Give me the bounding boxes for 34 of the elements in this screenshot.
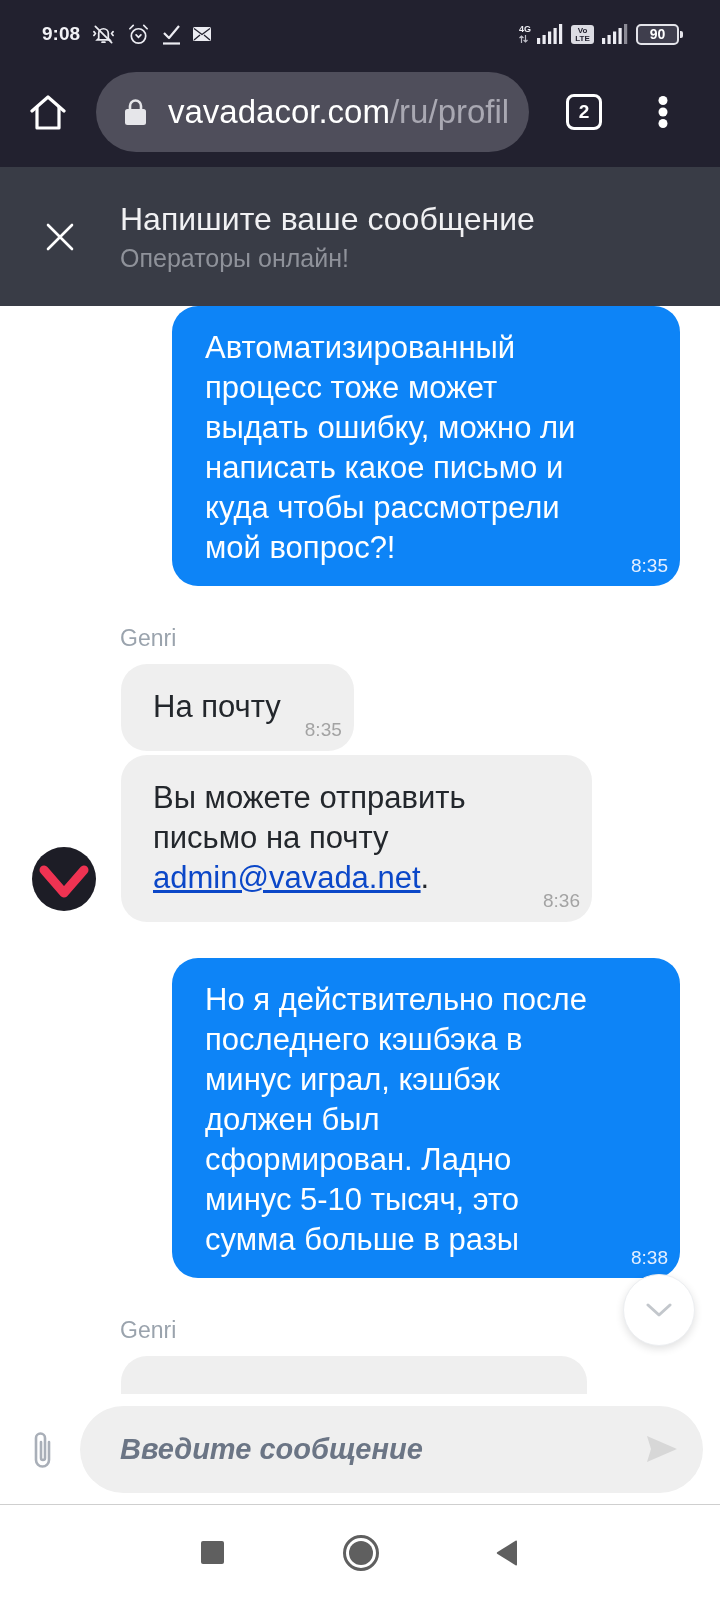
chat-status: Операторы онлайн! bbox=[120, 244, 350, 272]
status-time: 9:08 bbox=[42, 23, 81, 45]
muted-bell-icon bbox=[92, 22, 116, 46]
email-link[interactable]: admin@vavada.net bbox=[153, 860, 421, 895]
chat-title: Напишите ваше сообщение bbox=[120, 201, 535, 237]
signal-icon bbox=[602, 24, 628, 44]
message-input[interactable]: Введите сообщение bbox=[80, 1405, 703, 1493]
signal-icon bbox=[537, 24, 563, 44]
lock-icon bbox=[125, 98, 146, 125]
alarm-clock-icon bbox=[127, 22, 151, 46]
tab-count-button[interactable]: 2 bbox=[566, 93, 602, 130]
message-time: 8:38 bbox=[631, 1247, 668, 1269]
sender-name: Genri bbox=[120, 625, 177, 651]
back-icon[interactable] bbox=[496, 1539, 519, 1566]
more-options-icon[interactable] bbox=[658, 95, 668, 128]
message-time: 8:36 bbox=[543, 890, 580, 912]
home-button-icon[interactable] bbox=[343, 1534, 379, 1571]
data-arrows-icon bbox=[519, 35, 528, 43]
message-text: Вы можете отправить письмо на почту admin@vavada.net. bbox=[153, 779, 467, 897]
close-icon[interactable] bbox=[46, 222, 74, 251]
volte-badge: Vo LTE bbox=[571, 24, 594, 44]
message-time: 8:35 bbox=[631, 555, 668, 577]
chevron-down-icon bbox=[646, 1303, 672, 1317]
message-text: Но я действительно после последнего кэшбэка в минус играл, кэшбэк должен был сформирован. Ладно минус 5-10 тысяч, это сумма больше в разы bbox=[205, 981, 588, 1259]
mail-icon bbox=[193, 27, 212, 41]
check-icon bbox=[162, 23, 182, 45]
address-bar[interactable]: vavadacor.com/ru/profil bbox=[96, 71, 529, 152]
sender-name: Genri bbox=[120, 1317, 177, 1343]
message-text: На почту bbox=[153, 688, 281, 726]
url-text: vavadacor.com/ru/profil bbox=[168, 92, 510, 131]
message-time: 8:35 bbox=[304, 719, 342, 741]
home-icon[interactable] bbox=[30, 93, 66, 130]
network-type-label: 4G bbox=[519, 25, 531, 34]
message-text: Автоматизированный процесс тоже может выдать ошибку, можно ли написать какое письмо и куда чтобы рассмотрели мой вопрос?! bbox=[205, 329, 577, 567]
